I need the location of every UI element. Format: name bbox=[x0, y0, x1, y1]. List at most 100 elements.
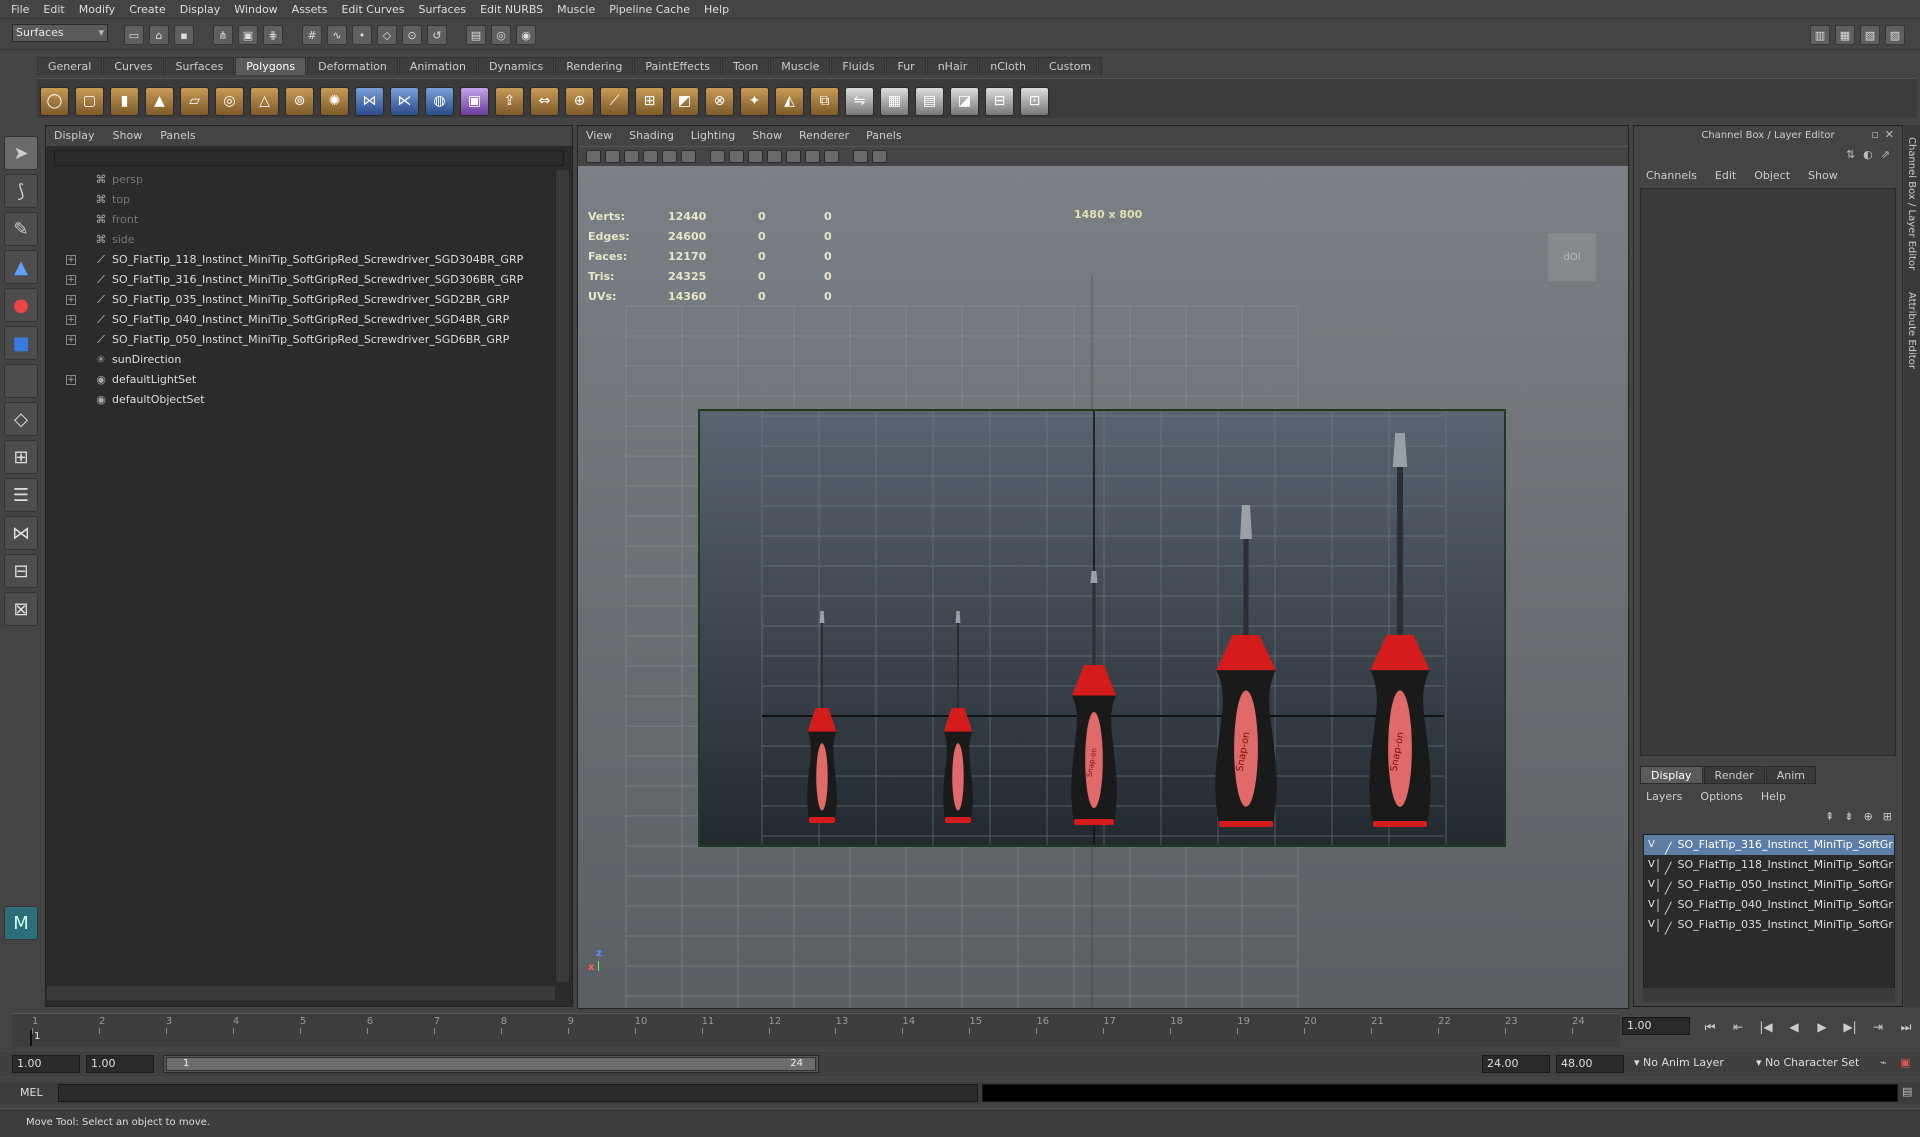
grid-toggle-icon[interactable] bbox=[643, 150, 658, 163]
shelf-tab-painteffects[interactable]: PaintEffects bbox=[634, 57, 721, 75]
layer-type-toggle[interactable] bbox=[1656, 838, 1659, 852]
anim-prefs-icon[interactable]: ⌁ bbox=[1880, 1056, 1887, 1069]
menu-display[interactable]: Display bbox=[180, 0, 221, 19]
cube-icon[interactable]: ▢ bbox=[75, 86, 104, 116]
open-scene-icon[interactable]: ⌂ bbox=[149, 25, 169, 45]
shelf-tab-ncloth[interactable]: nCloth bbox=[979, 57, 1037, 75]
layer-color-swatch[interactable]: ╱ bbox=[1665, 859, 1672, 875]
layer-menu-layers[interactable]: Layers bbox=[1646, 788, 1682, 806]
both-mode-icon[interactable]: ⇗ bbox=[1881, 148, 1890, 161]
layer-type-toggle[interactable] bbox=[1656, 918, 1659, 932]
new-empty-layer-icon[interactable]: ⊕ bbox=[1864, 810, 1873, 823]
anim-layer-dropdown[interactable]: ▾ No Anim Layer bbox=[1634, 1056, 1724, 1069]
shelf-tab-rendering[interactable]: Rendering bbox=[555, 57, 634, 75]
expand-icon[interactable]: + bbox=[66, 275, 76, 285]
shelf-tab-polygons[interactable]: Polygons bbox=[235, 57, 307, 75]
torus-icon[interactable]: ◎ bbox=[215, 86, 244, 116]
menu-edit-curves[interactable]: Edit Curves bbox=[341, 0, 404, 19]
merge-icon[interactable]: ⊗ bbox=[705, 86, 734, 116]
shelf-tab-custom[interactable]: Custom bbox=[1038, 57, 1103, 75]
cylinder-icon[interactable]: ▮ bbox=[110, 86, 139, 116]
shelf-tab-deformation[interactable]: Deformation bbox=[307, 57, 398, 75]
viewport-menu-shading[interactable]: Shading bbox=[629, 126, 674, 146]
float-icon[interactable]: ▫ bbox=[1871, 128, 1878, 141]
play-backwards-icon[interactable]: ◀ bbox=[1784, 1019, 1804, 1035]
wireframe-icon[interactable] bbox=[710, 150, 725, 163]
animation-end-field[interactable]: 48.00 bbox=[1556, 1055, 1624, 1073]
shelf-tab-muscle[interactable]: Muscle bbox=[770, 57, 831, 75]
perspective-viewport[interactable]: View Shading Lighting Show Renderer Panels Sn… bbox=[577, 125, 1629, 1009]
step-back-frame-icon[interactable]: |◀ bbox=[1756, 1019, 1776, 1035]
shelf-tab-surfaces[interactable]: Surfaces bbox=[164, 57, 235, 75]
menu-window[interactable]: Window bbox=[234, 0, 277, 19]
display-layer-row[interactable]: V ╱ SO_FlatTip_035_Instinct_MiniTip_SoftGr… bbox=[1644, 915, 1894, 935]
smooth-shade-icon[interactable] bbox=[729, 150, 744, 163]
checker-uv-icon[interactable]: ▦ bbox=[880, 86, 909, 116]
layer-color-swatch[interactable]: ╱ bbox=[1665, 919, 1672, 935]
outliner-item[interactable]: + ⟋ SO_FlatTip_050_Instinct_MiniTip_SoftGr… bbox=[46, 330, 572, 350]
shelf-tab-dynamics[interactable]: Dynamics bbox=[477, 57, 555, 75]
snap-curve-icon[interactable]: ∿ bbox=[327, 25, 347, 45]
bridge-icon[interactable]: ⇔ bbox=[530, 86, 559, 116]
move-layer-up-icon[interactable]: ⇞ bbox=[1825, 810, 1834, 823]
layer-visibility-toggle[interactable]: V bbox=[1648, 835, 1655, 855]
select-hierarchy-icon[interactable]: ⋔ bbox=[213, 25, 233, 45]
layout-single-icon[interactable]: ◇ bbox=[4, 402, 38, 436]
snap-grid-icon[interactable]: # bbox=[302, 25, 322, 45]
outliner-item[interactable]: + ⟋ SO_FlatTip_118_Instinct_MiniTip_SoftGr… bbox=[46, 250, 572, 270]
snap-live-icon[interactable]: ⊙ bbox=[402, 25, 422, 45]
go-to-start-icon[interactable]: ⏮ bbox=[1700, 1019, 1720, 1035]
viewport-menu-lighting[interactable]: Lighting bbox=[691, 126, 735, 146]
outliner-item[interactable]: ⌘ persp bbox=[46, 170, 572, 190]
show-attribute-editor-icon[interactable]: ▦ bbox=[1835, 25, 1855, 45]
channel-menu-channels[interactable]: Channels bbox=[1646, 166, 1697, 186]
step-forward-key-icon[interactable]: ⇥ bbox=[1868, 1019, 1888, 1035]
smooth-icon[interactable]: ◍ bbox=[425, 86, 454, 116]
outliner-item[interactable]: + ⟋ SO_FlatTip_035_Instinct_MiniTip_SoftGr… bbox=[46, 290, 572, 310]
step-back-key-icon[interactable]: ⇤ bbox=[1728, 1019, 1748, 1035]
textured-icon[interactable] bbox=[786, 150, 801, 163]
layer-list-scrollbar[interactable] bbox=[1643, 988, 1895, 1002]
outliner-item[interactable]: ⌘ side bbox=[46, 230, 572, 250]
new-scene-icon[interactable]: ▭ bbox=[124, 25, 144, 45]
insert-loop-icon[interactable]: ⊞ bbox=[635, 86, 664, 116]
viewport-menu-show[interactable]: Show bbox=[752, 126, 782, 146]
use-all-lights-icon[interactable] bbox=[805, 150, 820, 163]
show-channel-box-icon[interactable]: ▨ bbox=[1885, 25, 1905, 45]
wireframe-on-shaded-icon[interactable] bbox=[748, 150, 763, 163]
menu-surfaces[interactable]: Surfaces bbox=[418, 0, 466, 19]
auto-key-icon[interactable]: ▣ bbox=[1900, 1056, 1910, 1069]
bevel-icon[interactable]: ◩ bbox=[670, 86, 699, 116]
side-tab-attribute-editor[interactable]: Attribute Editor bbox=[1906, 292, 1917, 369]
uv-editor-icon[interactable]: ⊟ bbox=[985, 86, 1014, 116]
show-time-slider-icon[interactable]: ▥ bbox=[1810, 25, 1830, 45]
cone-icon[interactable]: ▲ bbox=[145, 86, 174, 116]
outliner-horizontal-scrollbar[interactable] bbox=[47, 986, 555, 1000]
layer-color-swatch[interactable]: ╱ bbox=[1665, 839, 1672, 855]
viewport-menu-renderer[interactable]: Renderer bbox=[799, 126, 849, 146]
camera-bookmark-icon[interactable] bbox=[605, 150, 620, 163]
range-slider[interactable]: 1 24 bbox=[163, 1055, 819, 1073]
layout-four-icon[interactable]: ⊞ bbox=[4, 440, 38, 474]
hud-toggle-icon[interactable] bbox=[872, 150, 887, 163]
layer-color-swatch[interactable]: ╱ bbox=[1665, 879, 1672, 895]
split-icon[interactable]: ⟋ bbox=[600, 86, 629, 116]
viewport-menu-panels[interactable]: Panels bbox=[866, 126, 901, 146]
display-layer-row[interactable]: V ╱ SO_FlatTip_118_Instinct_MiniTip_SoftGr… bbox=[1644, 855, 1894, 875]
extrude-icon[interactable]: ⇪ bbox=[495, 86, 524, 116]
expand-icon[interactable]: + bbox=[66, 315, 76, 325]
go-to-end-icon[interactable]: ⏭ bbox=[1896, 1019, 1916, 1035]
outliner-item[interactable]: ⌘ front bbox=[46, 210, 572, 230]
shelf-tab-animation[interactable]: Animation bbox=[398, 57, 477, 75]
shelf-tab-general[interactable]: General bbox=[37, 57, 103, 75]
menu-help[interactable]: Help bbox=[704, 0, 729, 19]
step-forward-frame-icon[interactable]: ▶| bbox=[1840, 1019, 1860, 1035]
shelf-tab-fur[interactable]: Fur bbox=[886, 57, 926, 75]
side-tab-channel-box[interactable]: Channel Box / Layer Editor bbox=[1906, 137, 1917, 270]
menu-pipeline-cache[interactable]: Pipeline Cache bbox=[609, 0, 690, 19]
outliner-item[interactable]: ⌘ top bbox=[46, 190, 572, 210]
layer-visibility-toggle[interactable]: V bbox=[1648, 855, 1655, 875]
menu-create[interactable]: Create bbox=[129, 0, 166, 19]
move-tool-icon[interactable]: ▲ bbox=[4, 250, 38, 284]
pipe-icon[interactable]: ⊚ bbox=[285, 86, 314, 116]
